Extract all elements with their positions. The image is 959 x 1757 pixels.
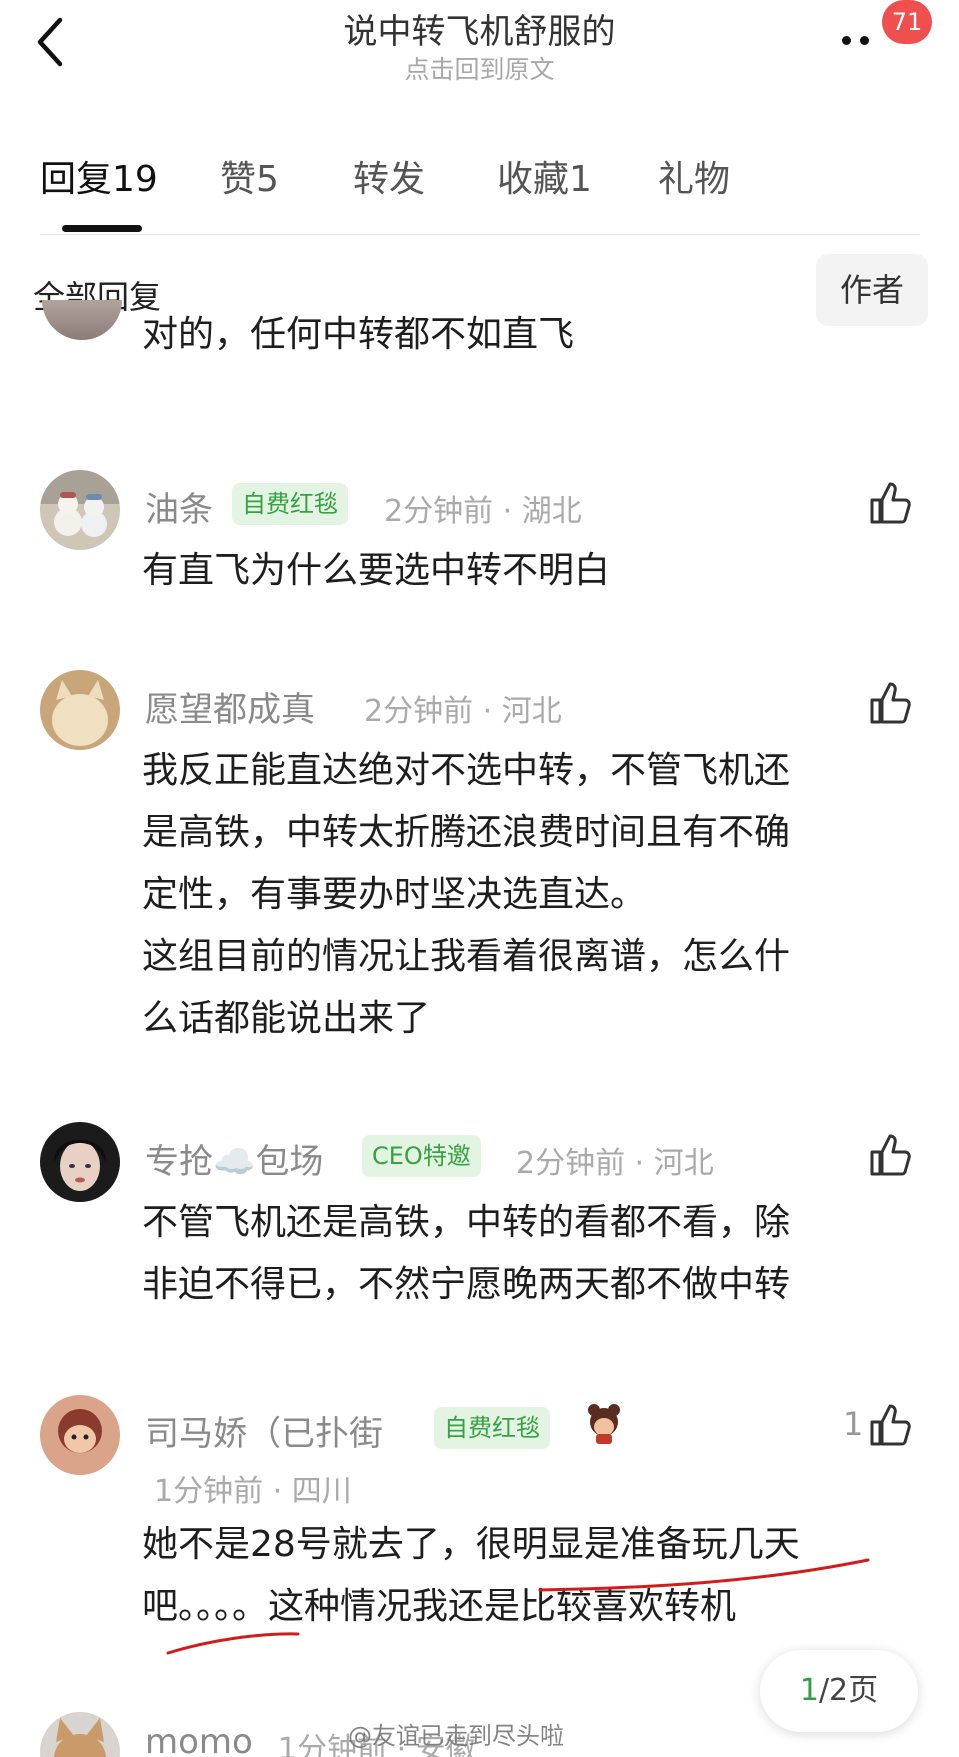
girl-avatar-image	[40, 1122, 120, 1202]
comment-meta: 2分钟前 · 河北	[364, 694, 562, 729]
more-dot-icon	[842, 36, 851, 45]
comment-username[interactable]: 愿望都成真	[145, 682, 315, 731]
avatar[interactable]	[40, 1395, 120, 1475]
avatar[interactable]	[40, 1122, 120, 1202]
more-dot-icon	[860, 36, 869, 45]
page-indicator-button[interactable]: 1/2页	[760, 1650, 918, 1732]
back-to-original-link[interactable]: 点击回到原文	[0, 50, 959, 86]
thumbs-up-icon	[870, 1134, 911, 1176]
comment-username[interactable]: 油条	[145, 482, 213, 531]
tab-bar: 回复19 赞5 转发 收藏1 礼物	[40, 150, 920, 240]
comment-meta: 1分钟前 · 四川	[154, 1474, 352, 1509]
snowman-avatar-image	[40, 470, 120, 550]
comment-text: 我反正能直达绝对不选中转，不管飞机还 是高铁，中转太折腾还浪费时间且有不确 定性…	[142, 740, 922, 1050]
page-title[interactable]: 说中转飞机舒服的	[0, 4, 959, 53]
divider	[40, 234, 920, 235]
user-tag: CEO特邀	[362, 1135, 481, 1177]
comment-line: 吧。。。。这种情况我还是比较喜欢转机	[142, 1586, 737, 1627]
comment-text: 不管飞机还是高铁，中转的看都不看，除 非迫不得已，不然宁愿晚两天都不做中转	[142, 1192, 922, 1316]
like-count: 1	[843, 1405, 864, 1443]
comment-line: 是高铁，中转太折腾还浪费时间且有不确	[142, 812, 791, 853]
tab-reposts[interactable]: 转发	[353, 150, 425, 202]
like-button[interactable]	[868, 680, 914, 726]
cartoon-avatar-image	[40, 1395, 120, 1475]
tab-favorites[interactable]: 收藏1	[497, 150, 592, 202]
decoration-emoji-icon	[582, 1400, 626, 1444]
avatar[interactable]	[40, 1712, 120, 1757]
user-tag: 自费红毯	[434, 1407, 550, 1449]
thumbs-up-icon	[870, 482, 911, 524]
comment-text: 有直飞为什么要选中转不明白	[142, 550, 611, 591]
total-pages: /2页	[818, 1673, 879, 1708]
comment-line: 定性，有事要办时坚决选直达。	[142, 874, 647, 915]
comment-line: 这组目前的情况让我看着很离谱，怎么什	[142, 936, 791, 977]
comment-line: 么话都能说出来了	[142, 998, 431, 1039]
comment-username[interactable]: 司马娇（已扑街	[145, 1406, 383, 1455]
cat-avatar-image	[40, 670, 120, 750]
user-tag: 自费红毯	[232, 483, 348, 525]
top-bar: 说中转飞机舒服的 点击回到原文 71	[0, 0, 959, 100]
like-button[interactable]	[868, 480, 914, 526]
comment-meta: 2分钟前 · 湖北	[384, 494, 582, 529]
comment-text: 对的，任何中转都不如直飞	[142, 314, 575, 355]
comment-line: 她不是28号就去了，很明显是准备玩几天	[142, 1524, 800, 1565]
active-tab-indicator	[62, 225, 142, 232]
thumbs-up-icon	[870, 682, 911, 724]
comment-line: 我反正能直达绝对不选中转，不管飞机还	[142, 750, 791, 791]
thumbs-up-icon	[870, 1404, 911, 1446]
avatar[interactable]	[42, 300, 122, 360]
comment-username[interactable]: 专抢☁️包场	[145, 1134, 323, 1183]
notification-badge[interactable]: 71	[882, 0, 932, 44]
tab-replies[interactable]: 回复19	[40, 150, 158, 202]
avatar[interactable]	[40, 470, 120, 550]
comment-meta: 2分钟前 · 河北	[516, 1146, 714, 1181]
tab-gifts[interactable]: 礼物	[658, 150, 730, 202]
comment-text: 她不是28号就去了，很明显是准备玩几天 吧。。。。这种情况我还是比较喜欢转机	[142, 1514, 922, 1638]
avatar[interactable]	[40, 670, 120, 750]
tab-likes[interactable]: 赞5	[220, 150, 279, 202]
like-button[interactable]	[868, 1132, 914, 1178]
cat-avatar-image	[40, 1712, 120, 1757]
comment-line: 非迫不得已，不然宁愿晚两天都不做中转	[142, 1264, 791, 1305]
like-button[interactable]	[868, 1402, 914, 1448]
comment-username[interactable]: momo	[145, 1722, 253, 1757]
current-page: 1	[799, 1673, 819, 1708]
watermark: @友谊已走到尽头啦	[348, 1722, 564, 1750]
comment-line: 不管飞机还是高铁，中转的看都不看，除	[142, 1202, 791, 1243]
